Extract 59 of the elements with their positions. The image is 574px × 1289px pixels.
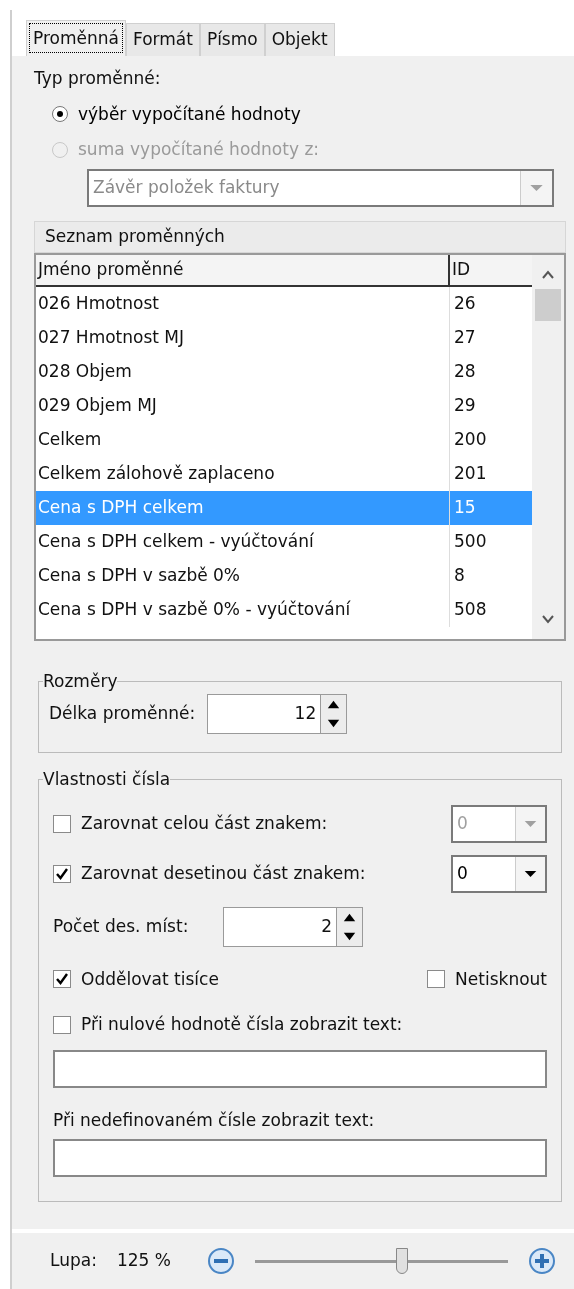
- checkbox-label: Zarovnat desetinou část znakem:: [81, 861, 367, 885]
- zoom-value: 125 %: [116, 1249, 171, 1273]
- variable-name: Cena s DPH celkem: [36, 490, 450, 525]
- variable-name: 028 Objem: [36, 354, 450, 389]
- zero-text-field[interactable]: [53, 1049, 547, 1088]
- tab[interactable]: Písmo: [199, 23, 265, 56]
- variable-name: Celkem zálohově zaplaceno: [36, 456, 450, 491]
- field-label: Délka proměnné:: [49, 702, 196, 726]
- variable-id: 28: [453, 359, 477, 383]
- length-spinner[interactable]: 12: [207, 694, 348, 734]
- variable-id: 27: [453, 325, 477, 349]
- variable-name: Cena s DPH v sazbě 0%: [36, 558, 450, 593]
- checkbox[interactable]: [53, 1015, 71, 1034]
- tab[interactable]: Formát: [125, 23, 200, 56]
- slider-thumb[interactable]: [395, 1248, 408, 1274]
- decimals-spinner[interactable]: 2: [223, 906, 363, 947]
- zoom-label: Lupa:: [50, 1249, 97, 1273]
- field-label: Při nedefinovaném čísle zobrazit text:: [53, 1108, 376, 1132]
- radio-label: suma vypočítané hodnoty z:: [78, 138, 320, 161]
- scrollbar[interactable]: [532, 254, 564, 639]
- list-header-bar: Seznam proměnných: [34, 220, 566, 253]
- radio-label: výběr vypočítané hodnoty: [78, 102, 301, 126]
- field-label: Počet des. míst:: [53, 914, 190, 938]
- variable-name: 027 Hmotnost MJ: [36, 320, 450, 355]
- checkbox-label: Oddělovat tisíce: [81, 967, 220, 991]
- variable-id: 29: [453, 393, 477, 417]
- scrollbar-thumb[interactable]: [535, 288, 561, 321]
- variable-id: 201: [453, 461, 488, 485]
- group-title: Rozměry: [43, 669, 118, 693]
- column-header[interactable]: Jméno proměnné: [36, 254, 450, 285]
- checkbox-label: Netisknout: [455, 967, 547, 991]
- zoom-out-icon[interactable]: [206, 1247, 235, 1275]
- variable-id: 15: [453, 495, 477, 519]
- variable-id: 26: [453, 291, 477, 315]
- variable-id: 200: [453, 427, 488, 451]
- variable-name: Cena s DPH v sazbě 0% - vyúčtování: [36, 592, 450, 627]
- variable-name: Cena s DPH celkem - vyúčtování: [36, 524, 450, 559]
- variable-id: 500: [453, 529, 488, 553]
- group-title: Vlastnosti čísla: [43, 768, 171, 791]
- zoom-in-icon[interactable]: [528, 1247, 556, 1275]
- tab[interactable]: Proměnná: [26, 20, 126, 56]
- checkbox[interactable]: [53, 970, 71, 989]
- variable-name: 029 Objem MJ: [36, 388, 450, 423]
- checkbox[interactable]: [53, 814, 71, 833]
- zoom-slider[interactable]: [254, 1246, 508, 1276]
- checkbox[interactable]: [427, 970, 446, 989]
- radio-button[interactable]: [52, 106, 68, 123]
- checkbox[interactable]: [53, 864, 71, 883]
- variable-name: Celkem: [36, 422, 450, 457]
- variable-name: 026 Hmotnost: [36, 286, 450, 321]
- variable-id: 8: [453, 563, 466, 587]
- section-label: Typ proměnné:: [34, 67, 161, 90]
- character-dropdown[interactable]: 0: [451, 854, 547, 893]
- tab[interactable]: Objekt: [264, 23, 335, 56]
- undefined-text-field[interactable]: [53, 1139, 547, 1177]
- checkbox-label: Při nulové hodnotě čísla zobrazit text:: [81, 1013, 403, 1036]
- checkbox-label: Zarovnat celou část znakem:: [81, 811, 329, 835]
- variable-id: 508: [453, 597, 488, 621]
- column-header[interactable]: ID: [450, 254, 532, 285]
